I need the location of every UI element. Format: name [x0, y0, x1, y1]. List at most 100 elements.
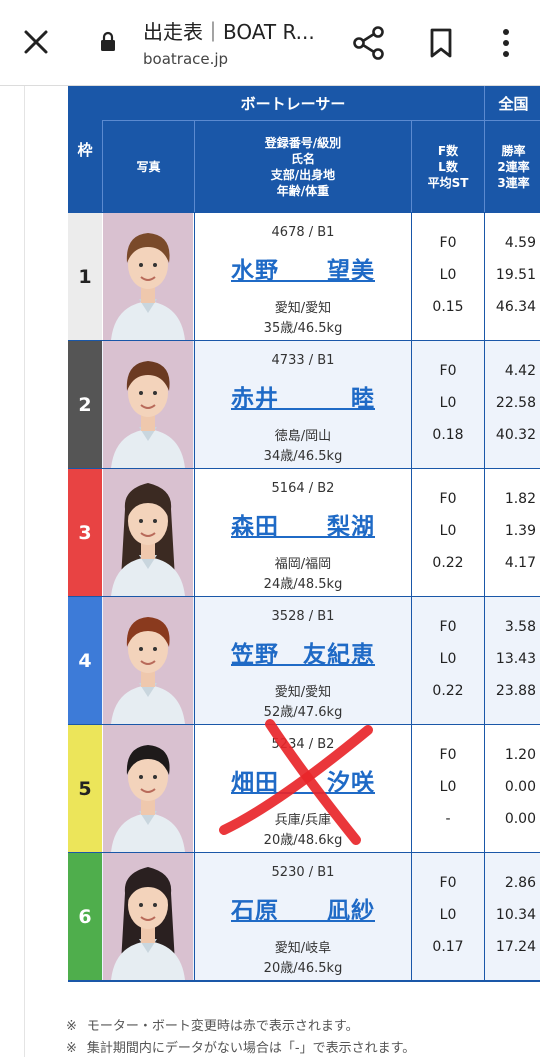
- win-rate: 4.59: [504, 235, 536, 251]
- info-header-line: 年齢/体重: [276, 183, 330, 198]
- note-motor-change: ※ モーター・ボート変更時は赤で表示されます。: [66, 1019, 359, 1034]
- win-rate: 1.20: [504, 747, 536, 763]
- avg-st: 0.22: [432, 683, 464, 699]
- f-count: F0: [439, 747, 457, 763]
- info-header-line: 登録番号/級別: [264, 135, 342, 150]
- win-rate: 3.58: [504, 619, 536, 635]
- note-no-data: ※ 集計期間内にデータがない場合は「-」で表示されます。: [66, 1041, 416, 1056]
- waku-number: 1: [68, 213, 102, 340]
- waku-number: 5: [68, 725, 102, 852]
- browser-toolbar: 出走表｜BOAT R... boatrace.jp: [0, 0, 540, 86]
- two-place-rate: 13.43: [495, 651, 536, 667]
- branch-birthplace: 愛知/愛知: [274, 685, 332, 700]
- registration-class: 4678 / B1: [271, 225, 335, 240]
- share-button[interactable]: [350, 24, 388, 62]
- registration-class: 5230 / B1: [271, 865, 335, 880]
- two-place-rate: 10.34: [495, 907, 536, 923]
- fl-stats: F0 L0 0.17: [411, 853, 483, 980]
- page-title: 出走表｜BOAT R...: [143, 20, 315, 44]
- racer-info: 4733 / B1 赤井 睦 徳島/岡山 34歳/46.5kg: [194, 341, 410, 468]
- rate-header-line: 勝率: [501, 143, 526, 158]
- more-options-button[interactable]: [488, 24, 524, 62]
- racer-photo: [103, 469, 193, 596]
- racer-name-link[interactable]: 赤井 睦: [195, 379, 411, 413]
- page-url[interactable]: boatrace.jp: [143, 50, 228, 68]
- national-rates: 4.42 22.58 40.32: [484, 341, 540, 468]
- waku-number: 6: [68, 853, 102, 980]
- branch-birthplace: 愛知/愛知: [274, 301, 332, 316]
- fl-header-line: F数: [437, 143, 459, 158]
- branch-birthplace: 福岡/福岡: [274, 557, 332, 572]
- page-content: 枠 ボートレーサー 全国 写真 登録番号/級別 氏名 支部/出身地 年齢/体重 …: [0, 86, 540, 1057]
- more-vert-icon: [503, 29, 509, 57]
- racer-row: 1 4678 / B1 水野 望美 愛知/愛知 35歳/46.5kg F0 L0…: [68, 212, 540, 340]
- fl-header: F数 L数 平均ST: [411, 120, 484, 212]
- l-count: L0: [439, 395, 457, 411]
- registration-class: 3528 / B1: [271, 609, 335, 624]
- age-weight: 35歳/46.5kg: [263, 321, 343, 336]
- three-place-rate: 4.17: [504, 555, 536, 571]
- info-header-line: 支部/出身地: [270, 167, 336, 182]
- close-button[interactable]: [16, 22, 56, 62]
- zenkoku-header: 全国: [484, 86, 540, 120]
- avg-st: 0.18: [432, 427, 464, 443]
- national-rates: 3.58 13.43 23.88: [484, 597, 540, 724]
- racer-photo: [103, 725, 193, 852]
- three-place-rate: 0.00: [504, 811, 536, 827]
- three-place-rate: 17.24: [495, 939, 536, 955]
- win-rate: 2.86: [504, 875, 536, 891]
- national-rates: 1.82 1.39 4.17: [484, 469, 540, 596]
- info-header: 登録番号/級別 氏名 支部/出身地 年齢/体重: [194, 120, 411, 212]
- share-icon: [353, 26, 384, 60]
- racer-photo: [103, 597, 193, 724]
- page-edge: [24, 86, 25, 1057]
- fl-stats: F0 L0 0.15: [411, 213, 483, 340]
- registration-class: 5164 / B2: [271, 481, 335, 496]
- age-weight: 24歳/48.5kg: [263, 577, 343, 592]
- branch-birthplace: 兵庫/兵庫: [274, 813, 332, 828]
- national-rates: 2.86 10.34 17.24: [484, 853, 540, 980]
- close-icon: [24, 30, 48, 54]
- three-place-rate: 40.32: [495, 427, 536, 443]
- three-place-rate: 23.88: [495, 683, 536, 699]
- f-count: F0: [439, 491, 457, 507]
- racer-info: 4678 / B1 水野 望美 愛知/愛知 35歳/46.5kg: [194, 213, 410, 340]
- photo-header: 写真: [102, 120, 194, 212]
- fl-stats: F0 L0 -: [411, 725, 483, 852]
- racer-photo: [103, 341, 193, 468]
- avg-st: 0.22: [432, 555, 464, 571]
- racer-name-link[interactable]: 畑田 汐咲: [195, 763, 411, 797]
- racer-name-link[interactable]: 水野 望美: [195, 251, 411, 285]
- f-count: F0: [439, 363, 457, 379]
- fl-header-line: L数: [438, 159, 458, 174]
- racer-name-link[interactable]: 笠野 友紀恵: [195, 635, 411, 669]
- age-weight: 20歳/46.5kg: [263, 961, 343, 976]
- racer-row: 4 3528 / B1 笠野 友紀恵 愛知/愛知 52歳/47.6kg F0 L…: [68, 596, 540, 724]
- avg-st: -: [445, 811, 451, 827]
- waku-number: 2: [68, 341, 102, 468]
- waku-header: 枠: [68, 86, 102, 212]
- racer-name-link[interactable]: 石原 凪紗: [195, 891, 411, 925]
- racer-row: 6 5230 / B1 石原 凪紗 愛知/岐阜 20歳/46.5kg F0 L0…: [68, 852, 540, 980]
- l-count: L0: [439, 907, 457, 923]
- racer-row: 3 5164 / B2 森田 梨湖 福岡/福岡 24歳/48.5kg F0 L0…: [68, 468, 540, 596]
- age-weight: 52歳/47.6kg: [263, 705, 343, 720]
- racer-row: 2 4733 / B1 赤井 睦 徳島/岡山 34歳/46.5kg F0 L0 …: [68, 340, 540, 468]
- branch-birthplace: 愛知/岐阜: [274, 941, 332, 956]
- win-rate: 4.42: [504, 363, 536, 379]
- rate-header: 勝率 2連率 3連率: [484, 120, 540, 212]
- national-rates: 1.20 0.00 0.00: [484, 725, 540, 852]
- info-header-line: 氏名: [290, 151, 315, 166]
- boatracer-header: ボートレーサー: [102, 86, 484, 120]
- three-place-rate: 46.34: [495, 299, 536, 315]
- racer-name-link[interactable]: 森田 梨湖: [195, 507, 411, 541]
- racer-info: 5230 / B1 石原 凪紗 愛知/岐阜 20歳/46.5kg: [194, 853, 410, 980]
- l-count: L0: [439, 523, 457, 539]
- f-count: F0: [439, 875, 457, 891]
- two-place-rate: 19.51: [495, 267, 536, 283]
- age-weight: 20歳/48.6kg: [263, 833, 343, 848]
- l-count: L0: [439, 267, 457, 283]
- rate-header-line: 2連率: [497, 159, 530, 174]
- f-count: F0: [439, 235, 457, 251]
- bookmark-button[interactable]: [422, 24, 460, 62]
